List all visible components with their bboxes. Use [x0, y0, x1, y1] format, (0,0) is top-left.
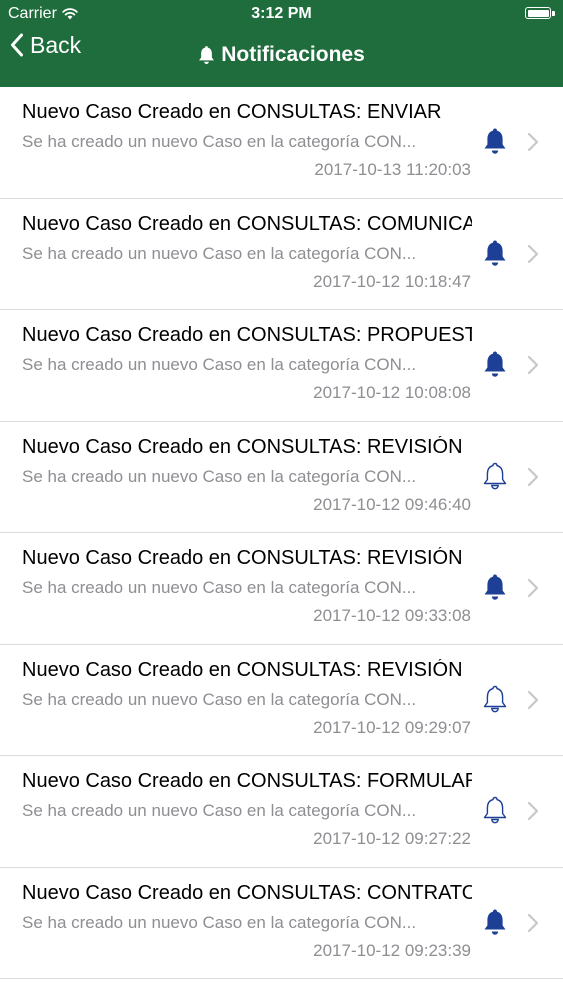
notification-date: 2017-10-12 09:33:08: [313, 606, 471, 625]
chevron-right-icon: [527, 244, 539, 263]
status-bar: Carrier 3:12 PM: [0, 0, 563, 28]
chevron-right-icon: [527, 913, 539, 932]
notification-title: Nuevo Caso Creado en CONSULTAS: REVISIÓN: [22, 435, 463, 458]
notification-subtitle: Se ha creado un nuevo Caso en la categor…: [22, 243, 417, 263]
notification-row[interactable]: Nuevo Caso Creado en CONSULTAS: REVISIÓN…: [0, 645, 563, 756]
bell-filled-icon: [484, 240, 506, 266]
notification-row[interactable]: Nuevo Caso Creado en CONSULTAS: REVISIÓN…: [0, 533, 563, 645]
bell-outline-icon: [483, 685, 507, 712]
bell-filled-icon: [484, 909, 506, 935]
bell-filled-icon: [484, 128, 506, 154]
notification-date: 2017-10-12 09:27:22: [313, 829, 471, 848]
notification-subtitle: Se ha creado un nuevo Caso en la categor…: [22, 355, 417, 374]
notification-subtitle: Se ha creado un nuevo Caso en la categor…: [22, 689, 417, 709]
notification-title: Nuevo Caso Creado en CONSULTAS: FORMULAR…: [22, 770, 472, 792]
bell-filled-icon: [484, 351, 506, 377]
chevron-right-icon: [527, 467, 539, 486]
battery-icon: [525, 7, 555, 19]
chevron-right-icon: [527, 132, 539, 152]
notification-row[interactable]: Nuevo Caso Creado en CONSULTAS: CONTRATO…: [0, 868, 563, 979]
notification-date: 2017-10-12 09:23:39: [313, 940, 471, 960]
status-time: 3:12 PM: [251, 5, 312, 22]
bell-outline-icon: [483, 796, 507, 824]
notification-subtitle: Se ha creado un nuevo Caso en la categor…: [22, 578, 417, 597]
notification-date: 2017-10-12 10:08:08: [313, 383, 471, 402]
notification-title: Nuevo Caso Creado en CONSULTAS: CONTRATO: [22, 881, 472, 904]
notification-title: Nuevo Caso Creado en CONSULTAS: REVISIÓN: [22, 547, 463, 569]
bell-outline-icon: [483, 462, 507, 489]
notification-title: Nuevo Caso Creado en CONSULTAS: REVISIÓN: [22, 658, 463, 681]
notification-date: 2017-10-12 09:29:07: [313, 717, 471, 737]
bell-icon: [199, 46, 215, 64]
notification-row[interactable]: Nuevo Caso Creado en CONSULTAS: ENVIAR Se…: [0, 87, 563, 199]
notification-title: Nuevo Caso Creado en CONSULTAS: ENVIAR: [22, 101, 442, 123]
navigation-bar: Carrier 3:12 PM Back Notificaciones: [0, 0, 563, 87]
notification-row[interactable]: Nuevo Caso Creado en CONSULTAS: PROPUEST…: [0, 310, 563, 422]
notification-subtitle: Se ha creado un nuevo Caso en la categor…: [22, 466, 417, 486]
notification-row[interactable]: Nuevo Caso Creado en CONSULTAS: FORMULAR…: [0, 756, 563, 868]
notification-subtitle: Se ha creado un nuevo Caso en la categor…: [22, 801, 417, 820]
page-title-label: Notificaciones: [221, 43, 365, 66]
bell-filled-icon: [484, 574, 506, 600]
chevron-right-icon: [527, 355, 539, 375]
notification-date: 2017-10-13 11:20:03: [314, 160, 471, 179]
notification-subtitle: Se ha creado un nuevo Caso en la categor…: [22, 132, 417, 151]
chevron-right-icon: [527, 578, 539, 598]
notification-title: Nuevo Caso Creado en CONSULTAS: COMUNICA…: [22, 212, 472, 235]
notification-list: Nuevo Caso Creado en CONSULTAS: ENVIAR Se…: [0, 87, 563, 979]
chevron-right-icon: [527, 801, 539, 821]
notification-title: Nuevo Caso Creado en CONSULTAS: PROPUEST…: [22, 324, 472, 346]
chevron-right-icon: [527, 690, 539, 709]
notification-date: 2017-10-12 09:46:40: [313, 494, 471, 514]
notification-subtitle: Se ha creado un nuevo Caso en la categor…: [22, 912, 417, 932]
page-title: Notificaciones: [0, 43, 563, 67]
notification-row[interactable]: Nuevo Caso Creado en CONSULTAS: COMUNICA…: [0, 199, 563, 310]
notification-row[interactable]: Nuevo Caso Creado en CONSULTAS: REVISIÓN…: [0, 422, 563, 533]
notification-date: 2017-10-12 10:18:47: [313, 271, 471, 291]
